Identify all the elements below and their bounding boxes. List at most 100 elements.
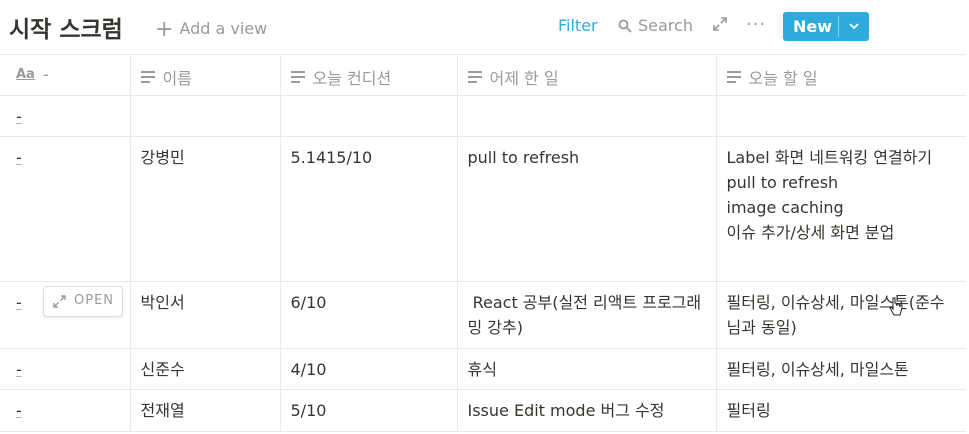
cell-condition-text: 6/10 — [290, 293, 327, 312]
search-button[interactable]: Search — [618, 16, 693, 35]
cell-condition[interactable]: 4/10 — [280, 348, 458, 390]
more-options-button[interactable]: ··· — [746, 14, 766, 35]
cell-today[interactable] — [716, 95, 967, 137]
database-table: Aa - 이름 오늘 컨디션 어제 한 일 오늘 할 일 - - 강병민 5.14… — [0, 54, 966, 432]
cell-today-text: Label 화면 네트워킹 연결하기 pull to refresh image… — [717, 137, 967, 251]
cell-today-text: 필터링 — [717, 390, 967, 429]
cell-today[interactable]: 필터링, 이슈상세, 마일스톤 — [716, 348, 967, 390]
cell-title[interactable]: - — [0, 95, 131, 137]
cell-yesterday[interactable] — [457, 95, 717, 137]
cell-condition-text: 4/10 — [290, 360, 327, 379]
cell-today-text: 필터링, 이슈상세, 마일스톤 — [717, 349, 967, 388]
cell-name[interactable]: 전재열 — [130, 389, 281, 432]
new-button: New — [783, 12, 869, 41]
text-line: Label 화면 네트워킹 연결하기 — [726, 148, 933, 167]
cell-name-text: 전재열 — [140, 401, 185, 420]
row-title[interactable]: - — [0, 349, 130, 382]
cell-condition-text: 5/10 — [290, 401, 327, 420]
cell-name[interactable]: 신준수 — [130, 348, 281, 390]
table-row[interactable]: - 전재열 5/10 Issue Edit mode 버그 수정 필터링 — [0, 389, 967, 432]
cell-condition[interactable]: 6/10 — [280, 281, 458, 349]
text-lines-icon — [467, 71, 482, 83]
column-header-name[interactable]: 이름 — [130, 54, 281, 96]
cell-yesterday-text — [458, 96, 716, 110]
cell-name[interactable]: 박인서 — [130, 281, 281, 349]
column-header-condition[interactable]: 오늘 컨디션 — [280, 54, 458, 96]
chevron-down-icon — [849, 23, 859, 30]
cell-yesterday-text: Issue Edit mode 버그 수정 — [458, 390, 716, 429]
cell-name[interactable]: 강병민 — [130, 136, 281, 282]
cell-name-text — [131, 96, 280, 110]
text-line: pull to refresh — [726, 173, 839, 192]
text-line: image caching — [726, 198, 844, 217]
open-label: OPEN — [74, 293, 115, 308]
column-header-label: - — [42, 65, 49, 84]
database-toolbar: 시작 스크럼 + Add a view Filter Search ··· New — [0, 0, 969, 54]
open-diagonal-arrows-icon — [53, 295, 66, 308]
cell-condition-text: 5.1415/10 — [290, 148, 373, 167]
text-lines-icon — [726, 71, 741, 83]
cell-name-text: 강병민 — [140, 148, 185, 167]
mouse-cursor-icon — [889, 297, 903, 316]
table-row[interactable]: - 강병민 5.1415/10 pull to refresh Label 화면… — [0, 136, 967, 282]
cell-today[interactable]: 필터링 — [716, 389, 967, 432]
row-title[interactable]: - — [0, 390, 130, 423]
add-view-button[interactable]: + Add a view — [155, 15, 268, 42]
filter-button[interactable]: Filter — [558, 16, 598, 35]
column-header-today[interactable]: 오늘 할 일 — [716, 54, 966, 96]
text-line: 필터링, 이슈상세, 마일스톤(준수님과 동일) — [726, 293, 945, 337]
cell-yesterday[interactable]: pull to refresh — [457, 136, 717, 282]
cell-condition-text — [281, 96, 457, 110]
table-row[interactable]: - 신준수 4/10 휴식 필터링, 이슈상세, 마일스톤 — [0, 348, 967, 390]
column-header-yesterday[interactable]: 어제 한 일 — [457, 54, 717, 96]
row-title[interactable]: - — [0, 137, 130, 170]
text-line: 이슈 추가/상세 화면 분업 — [726, 223, 895, 242]
cell-today[interactable]: Label 화면 네트워킹 연결하기 pull to refresh image… — [716, 136, 967, 282]
cell-title[interactable]: - — [0, 136, 131, 282]
row-title[interactable]: - — [0, 96, 130, 129]
expand-icon — [713, 17, 727, 31]
table-row[interactable]: - — [0, 95, 967, 137]
column-header-label: 오늘 컨디션 — [312, 69, 392, 88]
table-row[interactable]: - 박인서 6/10 React 공부(실전 리액트 프로그래밍 강추) 필터링… — [0, 281, 967, 349]
cell-yesterday[interactable]: Issue Edit mode 버그 수정 — [457, 389, 717, 432]
column-header-title[interactable]: Aa - — [0, 54, 131, 96]
cell-condition[interactable] — [280, 95, 458, 137]
cell-today-text: 필터링, 이슈상세, 마일스톤(준수님과 동일) — [717, 282, 967, 346]
text-lines-icon — [140, 71, 155, 83]
cell-today[interactable]: 필터링, 이슈상세, 마일스톤(준수님과 동일) — [716, 281, 967, 349]
column-header-label: 오늘 할 일 — [748, 69, 818, 88]
cell-condition[interactable]: 5.1415/10 — [280, 136, 458, 282]
database-title[interactable]: 시작 스크럼 — [9, 10, 123, 44]
plus-icon: + — [155, 17, 174, 42]
text-line: React 공부(실전 리액트 프로그래밍 강추) — [467, 293, 702, 337]
new-button-label[interactable]: New — [793, 17, 832, 36]
cell-condition[interactable]: 5/10 — [280, 389, 458, 432]
cell-yesterday[interactable]: 휴식 — [457, 348, 717, 390]
cell-title[interactable]: - — [0, 389, 131, 432]
table-header-row: Aa - 이름 오늘 컨디션 어제 한 일 오늘 할 일 — [0, 54, 966, 96]
text-line: Issue Edit mode 버그 수정 — [467, 401, 665, 420]
search-icon — [618, 19, 632, 33]
text-line: 필터링 — [726, 401, 771, 420]
cell-yesterday-text: 휴식 — [458, 349, 716, 388]
title-aa-icon: Aa — [16, 67, 35, 82]
text-line: pull to refresh — [467, 148, 580, 167]
new-dropdown-button[interactable] — [839, 12, 869, 41]
cell-today-text — [717, 96, 967, 110]
text-line: 휴식 — [467, 360, 497, 379]
cell-yesterday-text: React 공부(실전 리액트 프로그래밍 강추) — [458, 282, 716, 346]
cell-title[interactable]: - — [0, 348, 131, 390]
text-line: 필터링, 이슈상세, 마일스톤 — [726, 360, 909, 379]
column-header-label: 어제 한 일 — [489, 69, 559, 88]
add-view-label: Add a view — [179, 19, 268, 38]
column-header-label: 이름 — [162, 69, 192, 88]
cell-yesterday[interactable]: React 공부(실전 리액트 프로그래밍 강추) — [457, 281, 717, 349]
cell-name-text: 박인서 — [140, 293, 185, 312]
search-label: Search — [638, 16, 693, 35]
expand-button[interactable] — [712, 16, 728, 36]
text-lines-icon — [290, 71, 305, 83]
cell-name-text: 신준수 — [140, 360, 185, 379]
open-row-button[interactable]: OPEN — [43, 286, 123, 317]
cell-name[interactable] — [130, 95, 281, 137]
